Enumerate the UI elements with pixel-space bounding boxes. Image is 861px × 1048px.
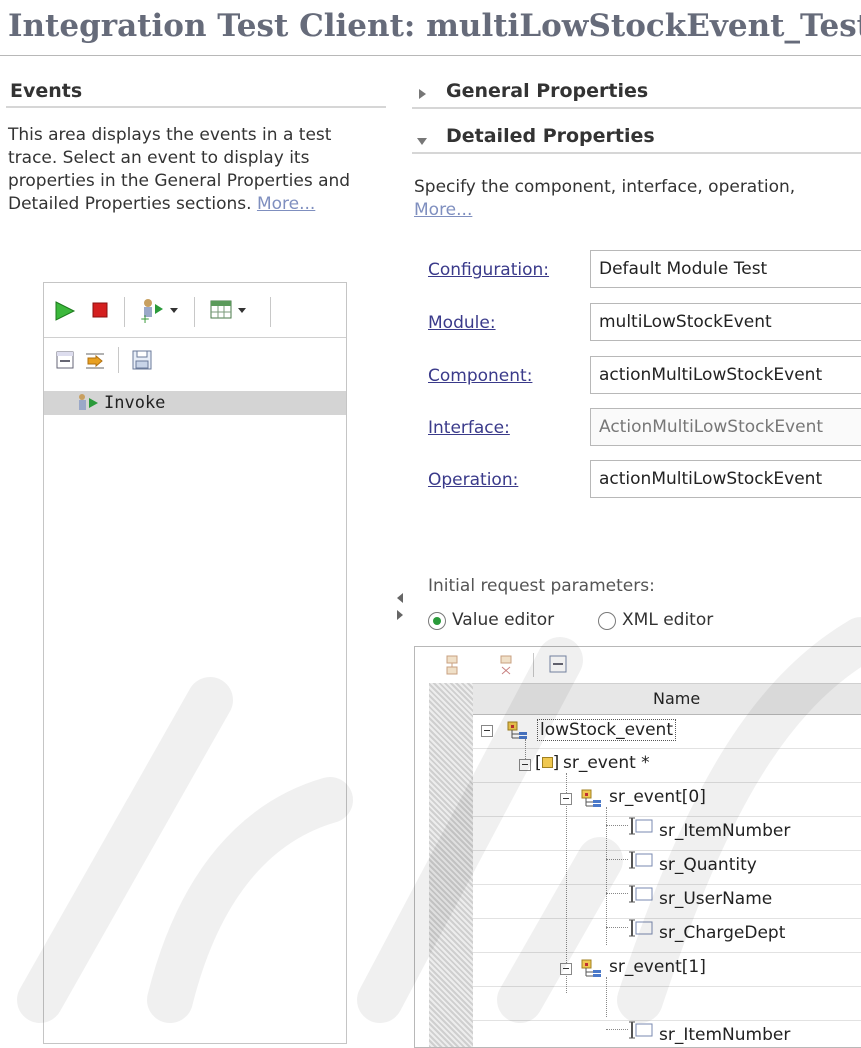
parameters-table: Name lowStock_event [] sr_event * sr_eve… [414, 646, 861, 1048]
toolbar-separator [124, 297, 125, 327]
field-icon [629, 817, 653, 835]
tree-line [606, 893, 628, 894]
stop-icon[interactable] [92, 302, 108, 318]
detailed-divider [412, 152, 861, 154]
events-divider [6, 106, 386, 108]
collapse-toggle-icon[interactable] [560, 963, 572, 975]
tree-line [606, 825, 628, 826]
toolbar-divider [44, 337, 346, 338]
table-row[interactable] [473, 986, 861, 1021]
module-field[interactable]: multiLowStockEvent [590, 303, 861, 341]
expand-arrow-icon[interactable] [418, 85, 428, 104]
business-object-icon [581, 789, 601, 807]
field-icon [629, 885, 653, 903]
events-description: This area displays the events in a test … [8, 124, 378, 216]
events-panel: + Invoke [43, 282, 347, 1044]
svg-text:+: + [140, 312, 150, 323]
collapse-arrow-icon[interactable] [416, 132, 428, 151]
row-header-column [429, 683, 473, 1047]
add-element-icon[interactable] [445, 655, 459, 679]
collapse-toggle-icon[interactable] [560, 793, 572, 805]
value-editor-radio[interactable] [428, 612, 446, 630]
array-icon: [] [535, 753, 560, 773]
events-toolbar: + [44, 283, 346, 337]
business-object-icon [507, 721, 527, 739]
invoke-label: Invoke [104, 393, 166, 413]
field-icon [629, 1021, 653, 1039]
operation-field[interactable]: actionMultiLowStockEvent [590, 460, 861, 498]
event-row-invoke[interactable]: Invoke [44, 391, 346, 415]
detailed-properties-heading[interactable]: Detailed Properties [446, 125, 655, 147]
tree-node-label[interactable]: sr_ChargeDept [659, 923, 785, 943]
module-label[interactable]: Module: [428, 313, 496, 333]
general-divider [412, 107, 861, 109]
collapse-toggle-icon[interactable] [519, 759, 531, 771]
collapse-all-icon[interactable] [549, 655, 567, 677]
tree-node-label[interactable]: sr_UserName [659, 889, 772, 909]
detailed-description: Specify the component, interface, operat… [414, 177, 796, 197]
tree-node-label[interactable]: sr_ItemNumber [659, 1025, 790, 1045]
tree-line [606, 1029, 628, 1030]
table-toolbar [415, 647, 861, 683]
run-icon[interactable] [54, 300, 76, 322]
tree-node-label[interactable]: lowStock_event [537, 719, 676, 741]
collapse-all-icon[interactable] [56, 351, 74, 369]
sash-arrows[interactable] [396, 592, 404, 625]
operation-label[interactable]: Operation: [428, 470, 518, 490]
tree-line [606, 807, 607, 945]
tree-line [606, 977, 607, 1017]
toolbar-separator [533, 653, 534, 677]
tree-node-label[interactable]: sr_event * [563, 753, 650, 773]
events-heading: Events [10, 80, 83, 102]
xml-editor-label[interactable]: XML editor [622, 609, 713, 632]
field-icon [629, 919, 653, 937]
field-icon [629, 851, 653, 869]
table-view-icon[interactable] [210, 299, 252, 321]
interface-field[interactable]: ActionMultiLowStockEvent [590, 408, 861, 446]
component-field[interactable]: actionMultiLowStockEvent [590, 356, 861, 394]
tree-node-label[interactable]: sr_Quantity [659, 855, 757, 875]
value-editor-label[interactable]: Value editor [452, 609, 554, 632]
tree-node-label[interactable]: sr_event[0] [609, 787, 706, 807]
title-divider [0, 55, 861, 56]
toolbar-separator [118, 347, 119, 373]
name-column-header[interactable]: Name [473, 683, 861, 715]
tree-node-label[interactable]: sr_event[1] [609, 957, 706, 977]
business-object-icon [581, 959, 601, 977]
general-properties-heading[interactable]: General Properties [446, 80, 648, 102]
component-label[interactable]: Component: [428, 366, 532, 386]
remove-element-icon[interactable] [499, 655, 513, 679]
invoke-icon [76, 393, 102, 417]
xml-editor-radio[interactable] [598, 612, 616, 630]
configuration-label[interactable]: Configuration: [428, 260, 549, 280]
toolbar-separator [194, 297, 195, 327]
initial-request-label: Initial request parameters: [428, 576, 655, 596]
toolbar-separator [270, 297, 271, 327]
save-icon[interactable] [132, 350, 152, 370]
tree-line [606, 859, 628, 860]
window-title: Integration Test Client: multiLowStockEv… [8, 8, 861, 44]
events-toolbar-2 [44, 339, 346, 393]
collapse-toggle-icon[interactable] [481, 725, 493, 737]
name-column-label: Name [653, 689, 701, 708]
configuration-field[interactable]: Default Module Test [590, 250, 861, 288]
filter-icon[interactable] [84, 349, 110, 373]
table-row[interactable] [473, 748, 861, 783]
tree-line [606, 927, 628, 928]
detailed-more-link[interactable]: More... [414, 199, 472, 222]
emulate-icon[interactable]: + [140, 297, 180, 323]
events-more-link[interactable]: More... [257, 194, 315, 214]
interface-label[interactable]: Interface: [428, 418, 510, 438]
tree-node-label[interactable]: sr_ItemNumber [659, 821, 790, 841]
tree-line [566, 773, 567, 993]
